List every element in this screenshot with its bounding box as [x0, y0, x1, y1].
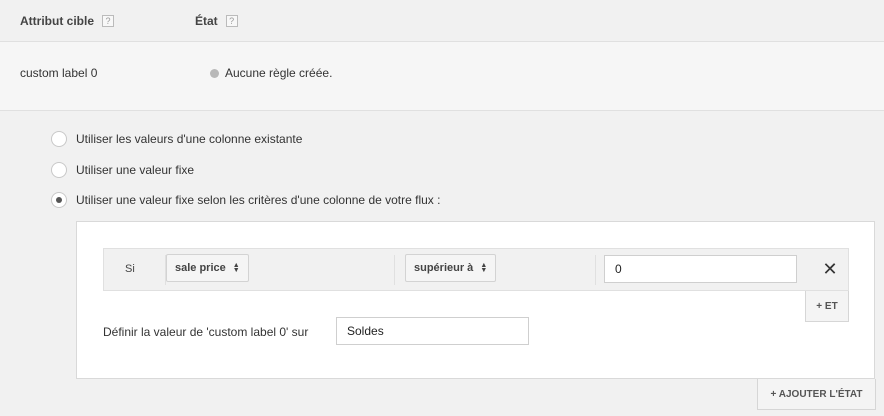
option-conditional-fixed-value[interactable]: Utiliser une valeur fixe selon les critè… [51, 192, 440, 208]
radio-button-selected[interactable] [51, 192, 67, 208]
option-existing-column[interactable]: Utiliser les valeurs d'une colonne exist… [51, 131, 302, 147]
operator-select[interactable]: supérieur à ▲ ▼ [405, 254, 497, 282]
add-and-condition-button[interactable]: + ET [805, 291, 849, 322]
column-header-state: État ? [195, 14, 238, 28]
option-label: Utiliser une valeur fixe selon les critè… [76, 193, 441, 207]
option-label: Utiliser les valeurs d'une colonne exist… [76, 132, 303, 146]
operator-select-value: supérieur à [414, 262, 474, 274]
updown-arrows-icon: ▲ ▼ [232, 262, 240, 274]
divider [595, 255, 596, 285]
close-icon[interactable]: ✕ [820, 259, 840, 279]
condition-value-input[interactable]: 0 [604, 255, 797, 283]
option-label: Utiliser une valeur fixe [76, 163, 195, 177]
updown-arrows-icon: ▲ ▼ [480, 262, 488, 274]
column-header-target-attribute: Attribut cible ? [20, 14, 114, 28]
help-icon[interactable]: ? [102, 15, 114, 27]
divider [394, 255, 395, 285]
help-icon[interactable]: ? [225, 15, 238, 27]
status-dot-icon [210, 68, 219, 78]
column-header-label: Attribut cible [20, 14, 94, 28]
if-label: Si [125, 263, 135, 275]
condition-row: Si sale price ▲ ▼ supérieur à ▲ ▼ 0 ✕ [103, 248, 849, 291]
add-state-button[interactable]: + AJOUTER L'ÉTAT [757, 379, 876, 410]
define-value-input[interactable]: Soldes [336, 317, 529, 345]
table-header: Attribut cible ? État ? [0, 0, 884, 42]
radio-button[interactable] [51, 131, 67, 147]
define-value-label: Définir la valeur de 'custom label 0' su… [103, 325, 309, 339]
radio-button[interactable] [51, 162, 67, 178]
state-text: Aucune règle créée. [225, 66, 333, 80]
rules-panel: Si sale price ▲ ▼ supérieur à ▲ ▼ 0 ✕ + ET… [76, 221, 875, 379]
option-fixed-value[interactable]: Utiliser une valeur fixe [51, 162, 194, 178]
target-attribute-value: custom label 0 [20, 66, 98, 80]
state-cell: Aucune règle créée. [210, 66, 332, 80]
column-select[interactable]: sale price ▲ ▼ [166, 254, 249, 282]
column-header-label: État [195, 14, 218, 28]
table-row: custom label 0 Aucune règle créée. [0, 42, 884, 111]
column-select-value: sale price [175, 262, 226, 274]
